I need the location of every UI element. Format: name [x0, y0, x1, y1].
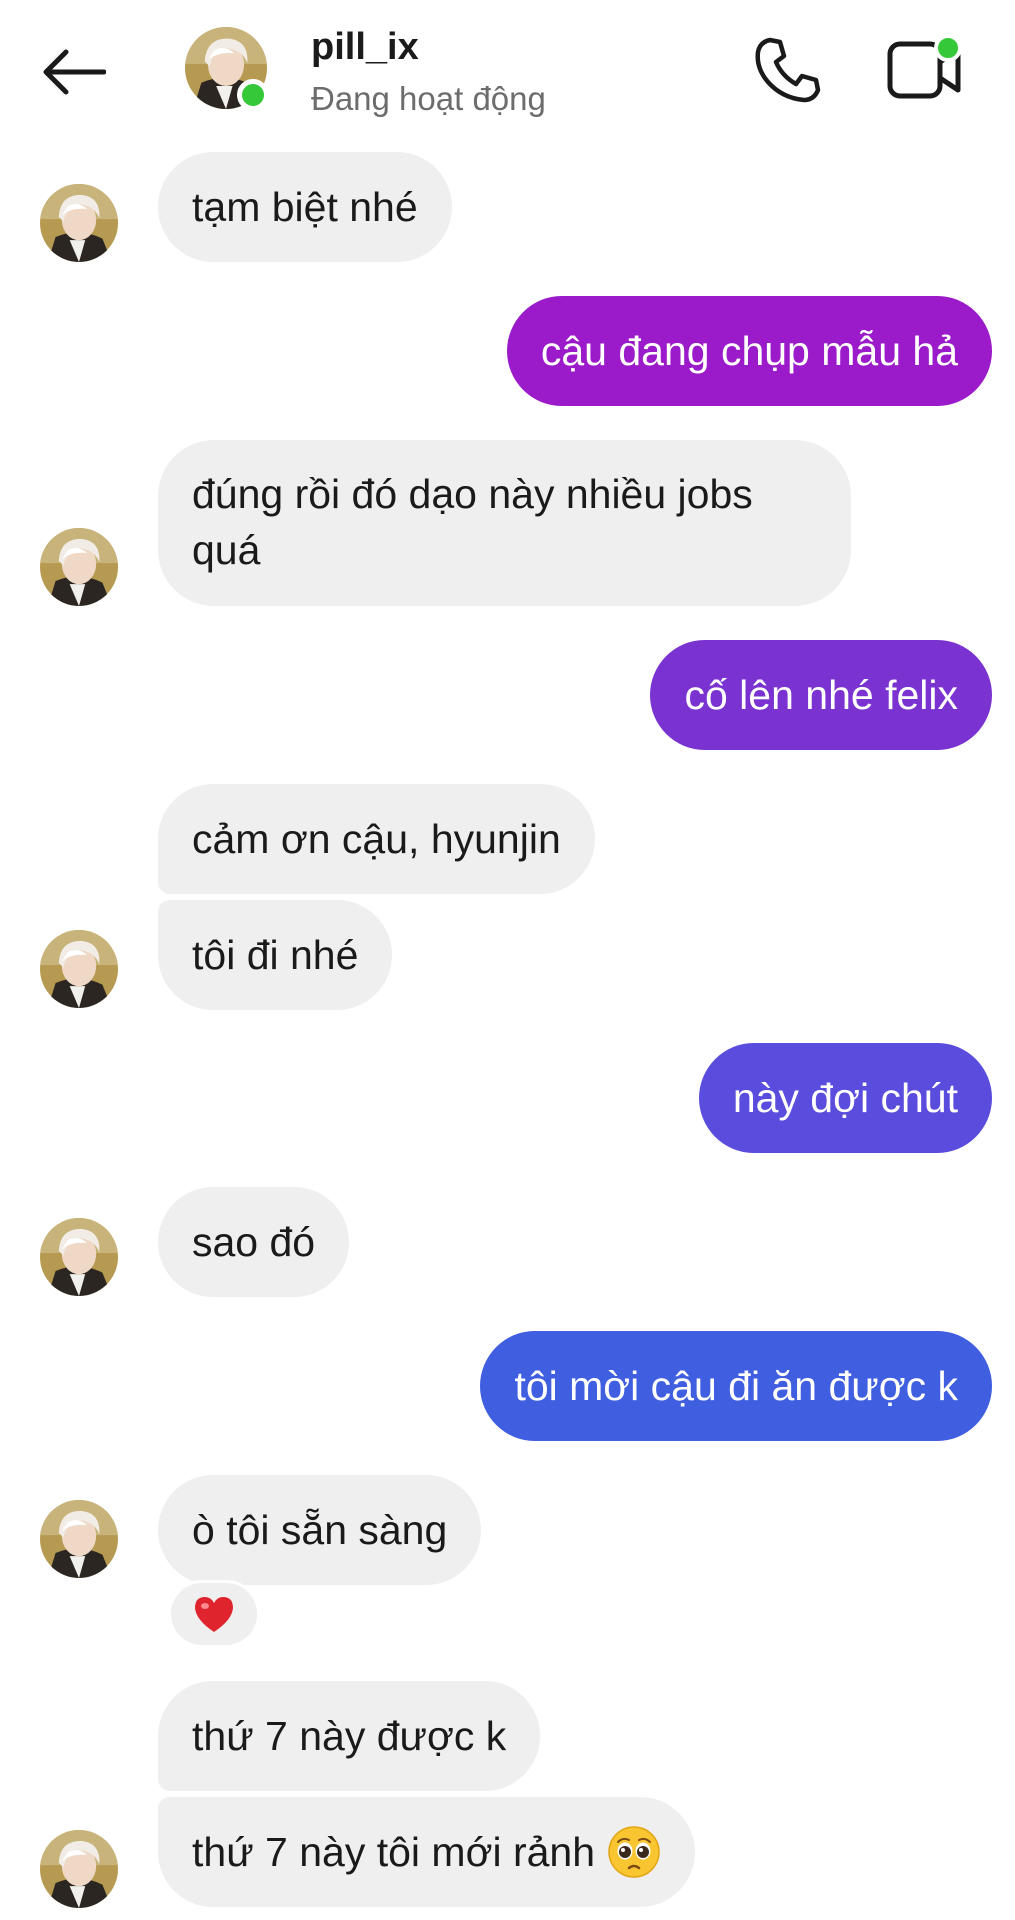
message-text-line: quá: [192, 527, 261, 573]
outgoing-message[interactable]: cậu đang chụp mẫu hả: [506, 296, 992, 406]
outgoing-message[interactable]: tôi mời cậu đi ăn được k: [480, 1331, 992, 1441]
sender-avatar[interactable]: [40, 1830, 118, 1908]
contact-avatar[interactable]: [185, 27, 269, 111]
message-text: tạm biệt nhé: [192, 184, 418, 230]
sender-avatar[interactable]: [40, 184, 118, 262]
pleading-face-emoji-icon: [608, 1826, 660, 1878]
incoming-message[interactable]: tôi đi nhé: [158, 900, 393, 1010]
sender-avatar[interactable]: [40, 528, 118, 606]
chat-header: pill_ix Đang hoạt động: [0, 0, 1015, 140]
contact-username[interactable]: pill_ix: [311, 26, 419, 69]
online-indicator: [237, 79, 269, 111]
sender-avatar[interactable]: [40, 1218, 118, 1296]
message-text: tôi mời cậu đi ăn được k: [514, 1363, 958, 1409]
incoming-message[interactable]: sao đó: [158, 1187, 350, 1297]
heart-icon: [195, 1597, 233, 1632]
outgoing-message[interactable]: này đợi chút: [698, 1043, 992, 1153]
incoming-message[interactable]: cảm ơn cậu, hyunjin: [158, 784, 595, 894]
incoming-message[interactable]: thứ 7 này tôi mới rảnh: [158, 1797, 696, 1907]
incoming-message[interactable]: tạm biệt nhé: [158, 152, 452, 262]
message-text: ò tôi sẵn sàng: [192, 1507, 448, 1553]
phone-icon: [755, 37, 821, 103]
back-button[interactable]: [40, 40, 120, 104]
message-text: cố lên nhé felix: [684, 672, 958, 718]
incoming-message[interactable]: ò tôi sẵn sàng: [158, 1475, 482, 1585]
message-text: này đợi chút: [732, 1075, 958, 1121]
message-reaction[interactable]: ❤️: [168, 1580, 260, 1648]
outgoing-message[interactable]: cố lên nhé felix: [650, 640, 992, 750]
video-available-indicator: [934, 34, 962, 62]
sender-avatar[interactable]: [40, 1500, 118, 1578]
message-text: thứ 7 này được k: [192, 1713, 507, 1759]
incoming-message[interactable]: đúng rồi đó dạo này nhiều jobs quá: [158, 440, 851, 606]
message-text: thứ 7 này tôi mới rảnh: [192, 1829, 596, 1875]
message-text: cảm ơn cậu, hyunjin: [192, 816, 561, 862]
back-arrow-icon: [43, 49, 106, 95]
sender-avatar[interactable]: [40, 930, 118, 1008]
message-text-line: đúng rồi đó dạo này nhiều jobs: [192, 471, 753, 517]
incoming-message[interactable]: thứ 7 này được k: [158, 1681, 541, 1791]
message-text: tôi đi nhé: [192, 932, 359, 978]
video-call-button[interactable]: [886, 34, 986, 106]
voice-call-button[interactable]: [752, 34, 824, 106]
message-text: cậu đang chụp mẫu hả: [540, 328, 958, 374]
activity-status: Đang hoạt động: [311, 80, 546, 117]
message-text: sao đó: [192, 1219, 316, 1265]
